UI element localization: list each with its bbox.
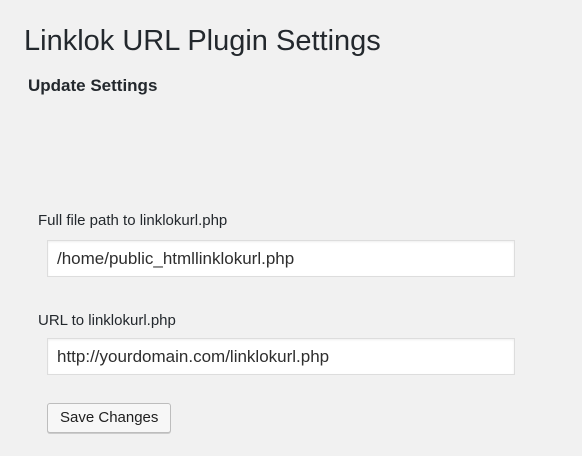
- file-path-label: Full file path to linklokurl.php: [38, 212, 228, 229]
- url-input[interactable]: [47, 338, 515, 375]
- section-title: Update Settings: [28, 76, 158, 95]
- url-label: URL to linklokurl.php: [38, 312, 176, 329]
- file-path-input[interactable]: [47, 240, 515, 277]
- page-title: Linklok URL Plugin Settings: [24, 25, 381, 57]
- settings-page: Linklok URL Plugin Settings Update Setti…: [0, 0, 582, 456]
- save-changes-button[interactable]: Save Changes: [47, 403, 172, 433]
